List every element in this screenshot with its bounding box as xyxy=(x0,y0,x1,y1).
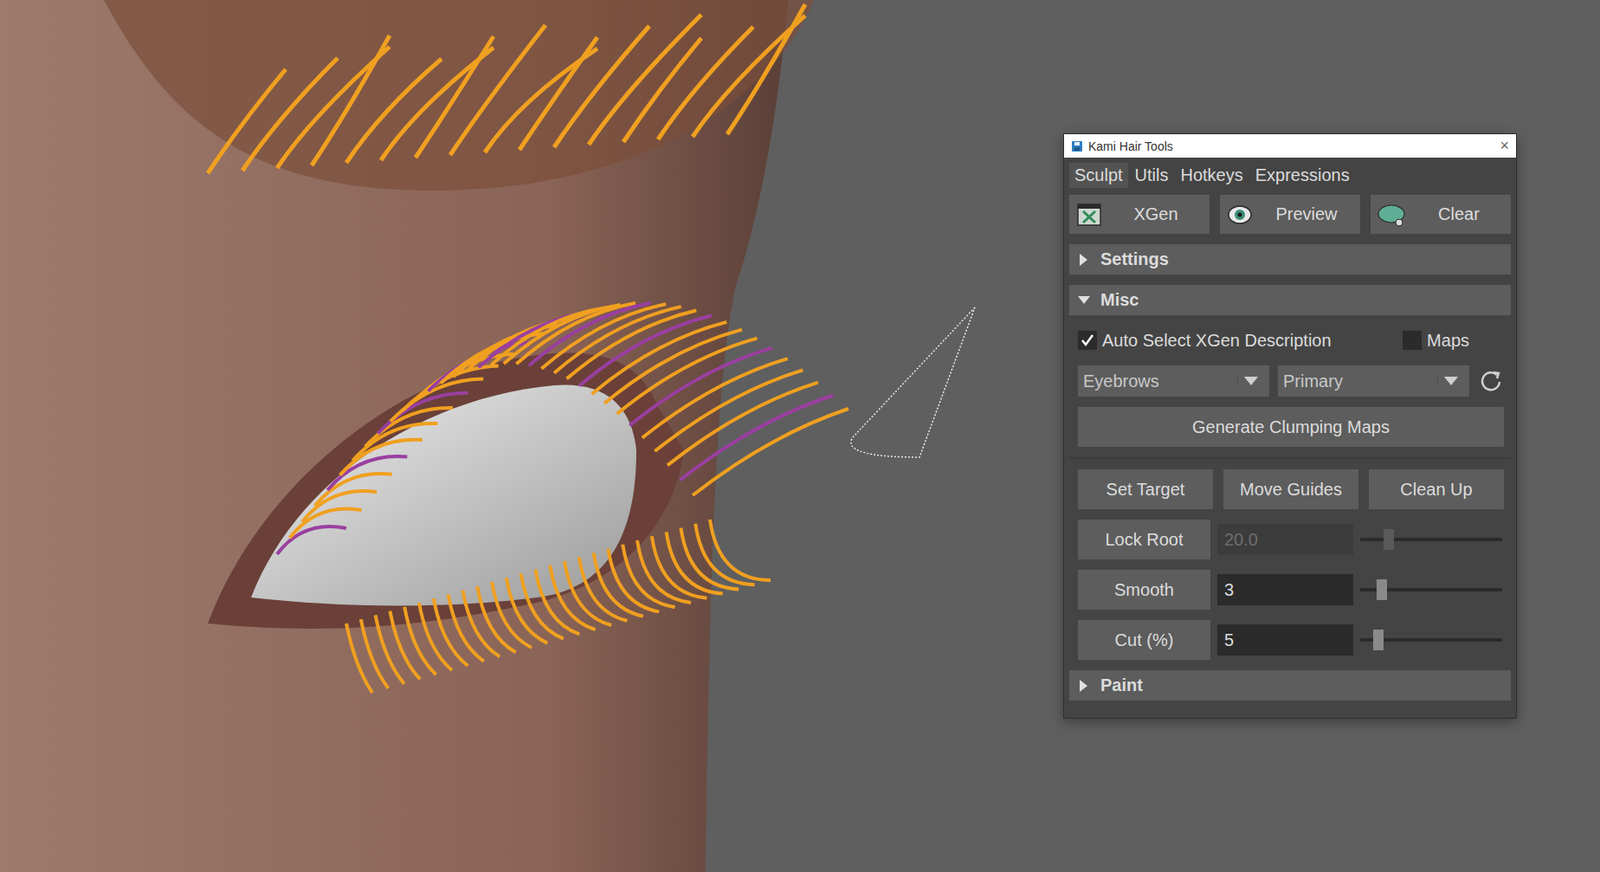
separator xyxy=(1069,457,1511,459)
section-header[interactable]: Settings xyxy=(1069,244,1511,275)
checkbox-row: Auto Select XGen Description Maps xyxy=(1077,325,1504,355)
slider-button[interactable]: Cut (%) xyxy=(1077,619,1211,660)
tab-bar: SculptUtilsHotkeysExpressions xyxy=(1069,162,1511,188)
checkbox[interactable]: Auto Select XGen Description xyxy=(1077,330,1332,351)
action-button[interactable]: Clean Up xyxy=(1368,469,1504,510)
dropdown[interactable]: Eyebrows xyxy=(1077,365,1270,397)
dropdown[interactable]: Primary xyxy=(1277,365,1470,397)
slider-handle[interactable] xyxy=(1376,579,1388,600)
slider-track xyxy=(1360,587,1503,592)
slider-row: Smooth3 xyxy=(1077,569,1504,610)
section-header[interactable]: Paint xyxy=(1069,670,1511,701)
generate-button[interactable]: Generate Clumping Maps xyxy=(1077,406,1504,447)
tab[interactable]: Sculpt xyxy=(1069,162,1129,188)
maya-page: Kami Hair Tools × SculptUtilsHotkeysExpres… xyxy=(0,0,1600,872)
value-field[interactable]: 3 xyxy=(1217,574,1354,606)
window-title: Kami Hair Tools xyxy=(1088,139,1495,154)
misc-section: Auto Select XGen Description Maps Eyebrows… xyxy=(1069,325,1511,660)
action-button[interactable]: Move Guides xyxy=(1223,469,1359,510)
slider-track xyxy=(1360,638,1503,642)
value-field: 20.0 xyxy=(1217,523,1354,555)
tab[interactable]: Hotkeys xyxy=(1174,162,1248,188)
slider-row: Cut (%)5 xyxy=(1077,619,1504,660)
tool-button[interactable]: Clear xyxy=(1370,194,1511,234)
dropdown-row: EyebrowsPrimary xyxy=(1077,365,1504,397)
value-field[interactable]: 5 xyxy=(1217,624,1354,656)
title-bar: Kami Hair Tools × xyxy=(1064,134,1517,158)
tool-window: Kami Hair Tools × SculptUtilsHotkeysExpres… xyxy=(1063,133,1517,719)
slider-handle[interactable] xyxy=(1373,629,1384,651)
refresh-icon[interactable] xyxy=(1477,367,1504,394)
slider-button[interactable]: Lock Root xyxy=(1077,519,1211,560)
tool-button[interactable]: XGen xyxy=(1069,194,1210,234)
clear-icon xyxy=(1377,201,1407,228)
chevron-down-icon xyxy=(1244,376,1259,386)
tool-button[interactable]: Preview xyxy=(1219,194,1361,234)
expand-icon xyxy=(1077,253,1091,266)
section-header[interactable]: Misc xyxy=(1069,284,1511,316)
window-body: SculptUtilsHotkeysExpressions XGenPreview… xyxy=(1064,157,1517,718)
toolbar: XGenPreviewClear xyxy=(1069,194,1511,234)
save-icon xyxy=(1070,140,1084,153)
slider-button[interactable]: Smooth xyxy=(1077,569,1211,610)
tab[interactable]: Utils xyxy=(1129,162,1175,188)
xgen-icon xyxy=(1076,201,1103,228)
chevron-down-icon xyxy=(1444,376,1459,386)
action-row: Set TargetMove GuidesClean Up xyxy=(1077,469,1504,510)
action-button[interactable]: Set Target xyxy=(1077,469,1213,510)
eye-icon xyxy=(1226,201,1253,228)
tab[interactable]: Expressions xyxy=(1250,162,1355,188)
slider-track xyxy=(1360,537,1503,542)
collapse-icon xyxy=(1077,294,1091,307)
expand-icon xyxy=(1077,679,1091,692)
checkbox[interactable]: Maps xyxy=(1402,330,1470,351)
slider-handle xyxy=(1383,529,1394,550)
close-button[interactable]: × xyxy=(1499,136,1510,155)
slider-row: Lock Root20.0 xyxy=(1077,519,1504,560)
check-icon xyxy=(1079,332,1096,349)
